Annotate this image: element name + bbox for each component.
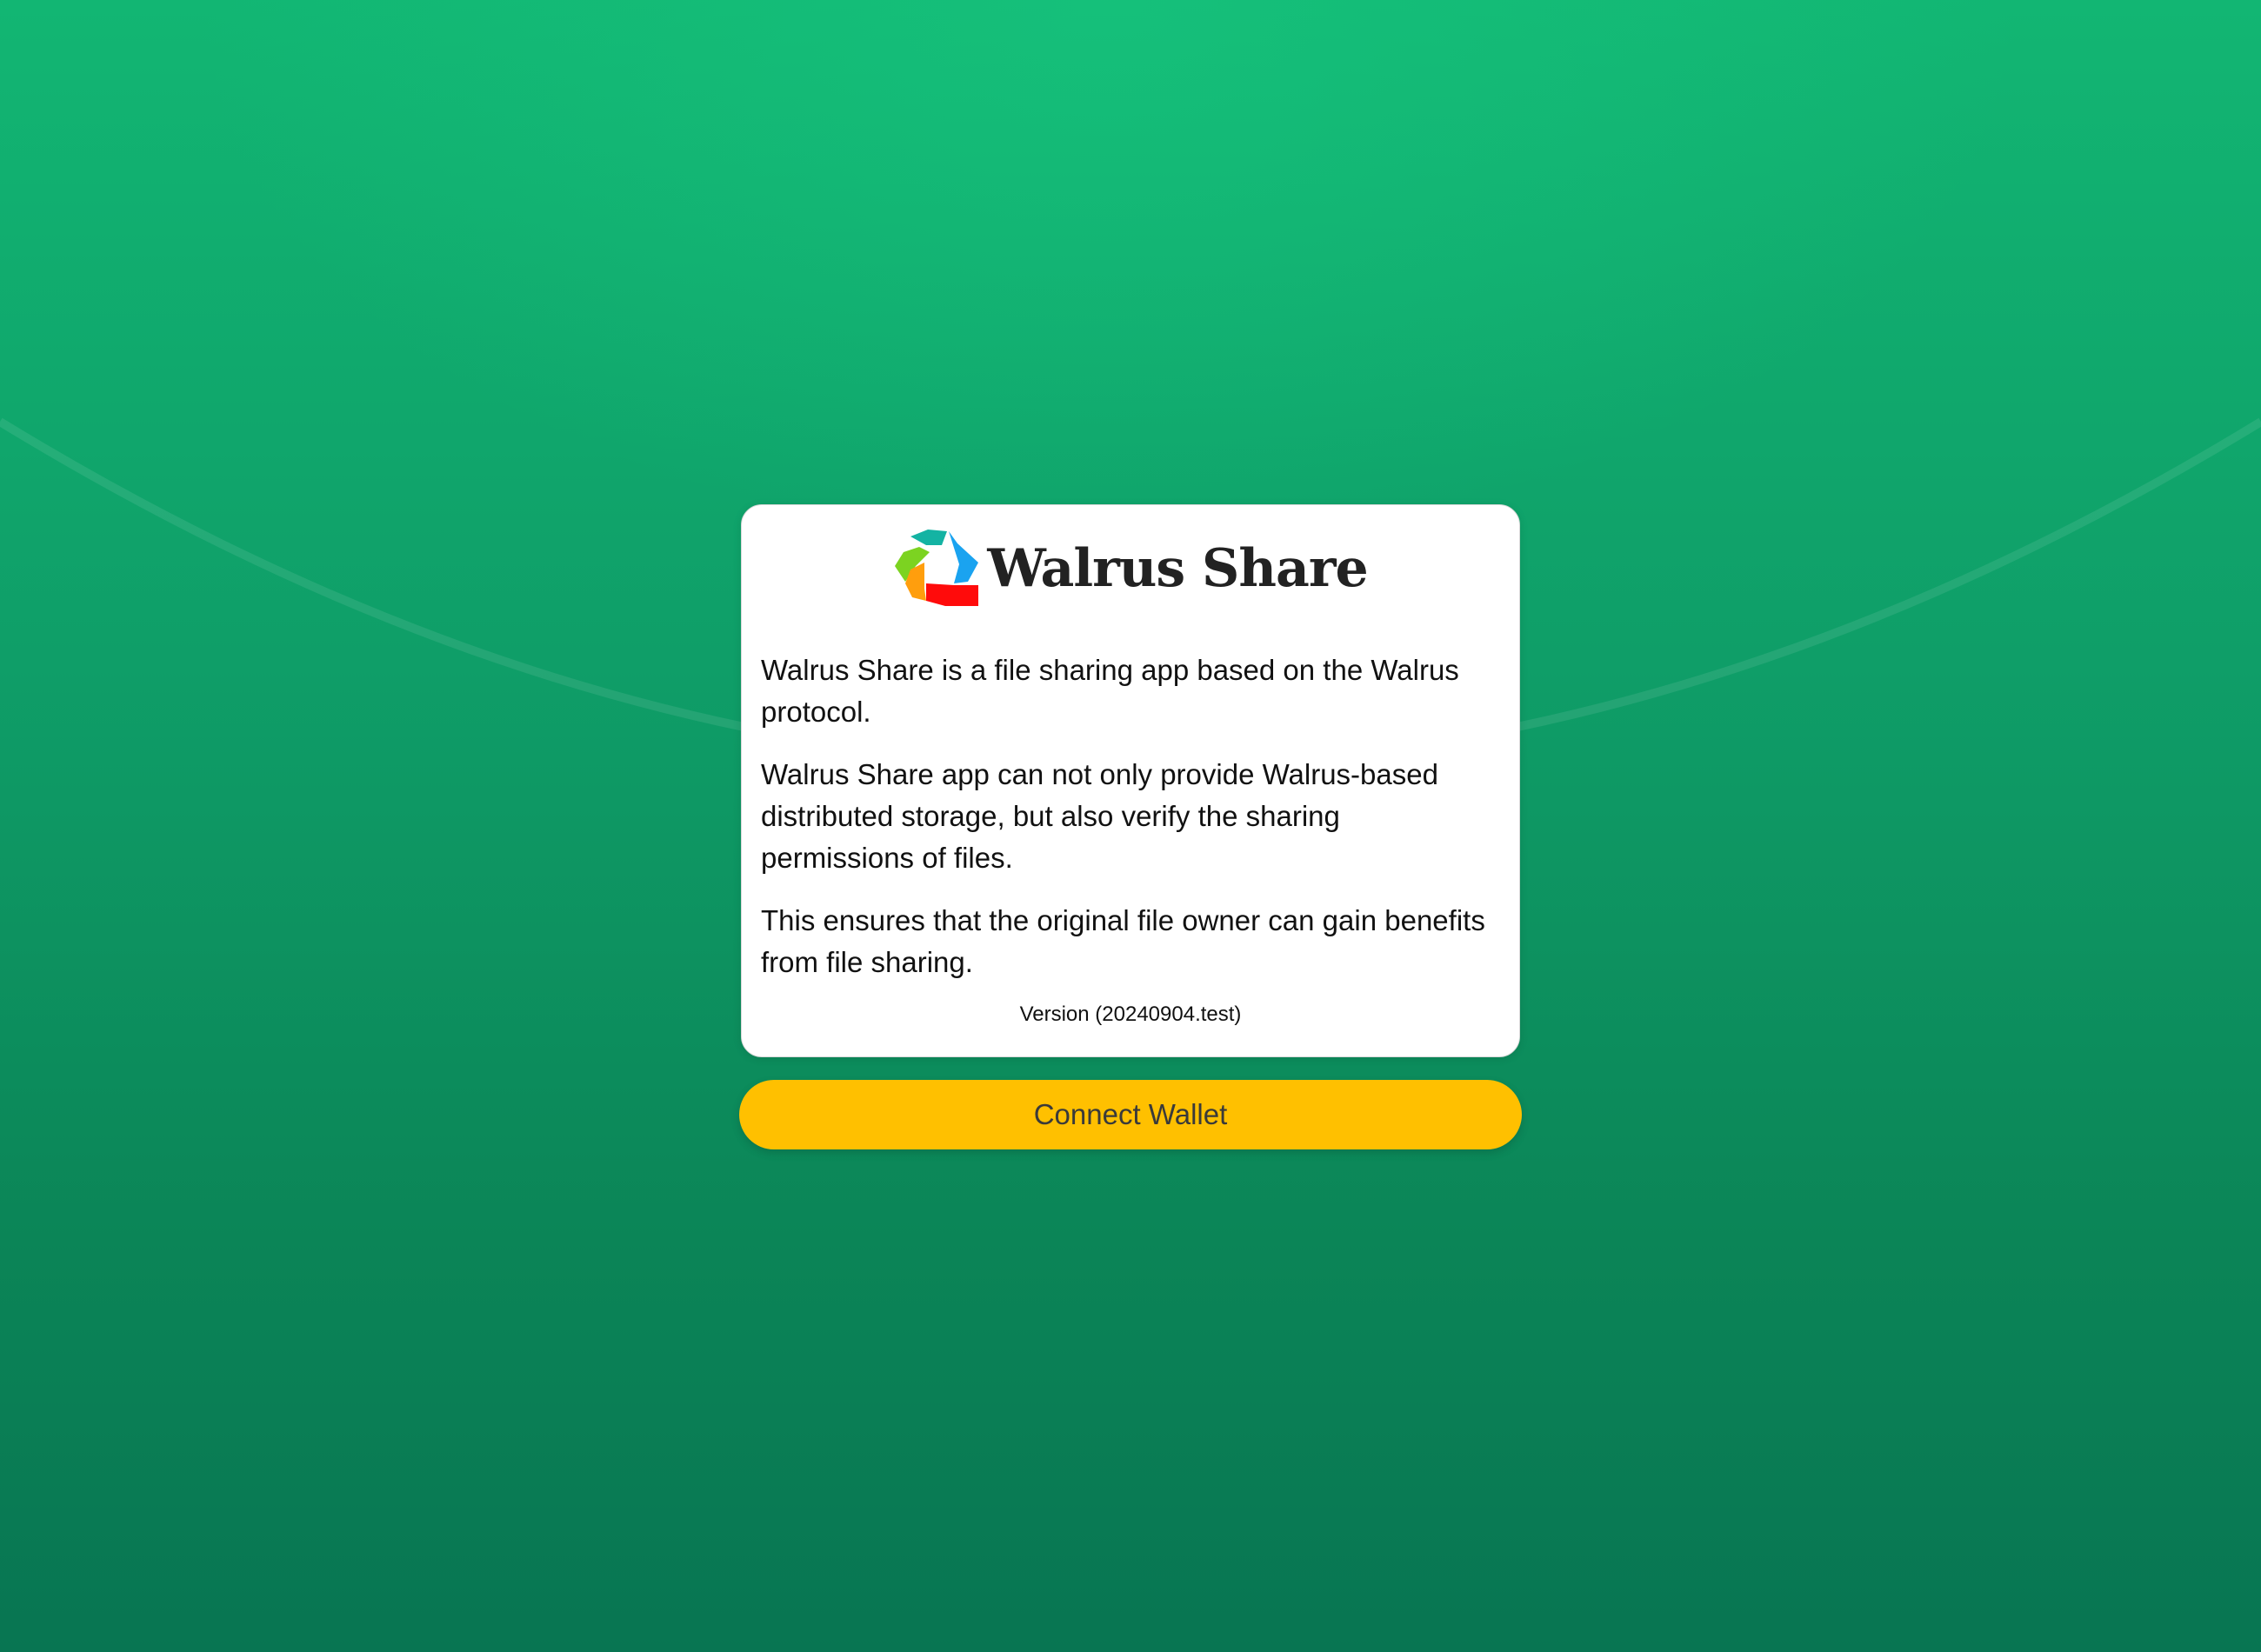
description-paragraph: Walrus Share is a file sharing app based… — [761, 654, 1459, 728]
walrus-share-logo-icon — [895, 530, 979, 606]
app-title: Walrus Share — [987, 538, 1368, 599]
description-paragraph: This ensures that the original file owne… — [761, 904, 1485, 978]
app-description: Walrus Share is a file sharing app based… — [761, 649, 1500, 1004]
connect-wallet-button[interactable]: Connect Wallet — [739, 1080, 1522, 1149]
version-label: Version (20240904.test) — [1019, 1003, 1242, 1026]
description-paragraph: Walrus Share app can not only provide Wa… — [761, 758, 1438, 874]
intro-card: Walrus Share Walrus Share is a file shar… — [741, 504, 1520, 1057]
brand-header: Walrus Share — [742, 528, 1519, 610]
